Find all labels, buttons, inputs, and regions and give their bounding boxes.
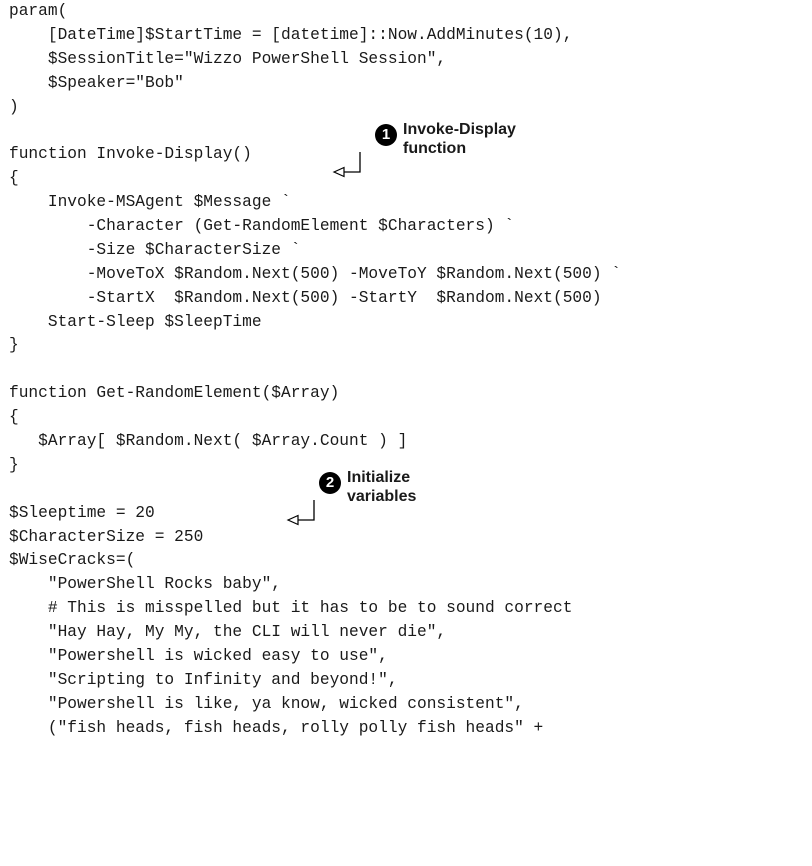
code-line-text: -MoveToX $Random.Next(500) -MoveToY $Ran… — [9, 264, 621, 283]
code-line-text: { — [9, 408, 19, 427]
callout-1-arrow — [332, 152, 361, 178]
code-line: -Character (Get-RandomElement $Character… — [9, 215, 809, 239]
callout-label-line: variables — [347, 488, 417, 505]
code-line: "Scripting to Infinity and beyond!", — [9, 669, 809, 693]
code-line-text: "Hay Hay, My My, the CLI will never die"… — [9, 623, 447, 642]
code-line-text: ("fish heads, fish heads, rolly polly fi… — [9, 718, 544, 737]
callout-number-badge: 1 — [375, 124, 397, 146]
callout-2-arrow — [286, 500, 315, 526]
code-line-text: function Invoke-Display() — [9, 145, 252, 164]
code-line-text: $Sleeptime = 20 — [9, 503, 155, 522]
code-line-text: } — [9, 455, 19, 474]
code-line-text: -Character (Get-RandomElement $Character… — [9, 217, 515, 236]
code-line: -StartX $Random.Next(500) -StartY $Rando… — [9, 287, 809, 311]
code-line-text: ) — [9, 97, 19, 116]
code-line-text: # This is misspelled but it has to be to… — [9, 599, 573, 618]
code-line-text: $SessionTitle="Wizzo PowerShell Session"… — [9, 49, 447, 68]
code-line: function Get-RandomElement($Array) — [9, 382, 809, 406]
callout-label: Initialize variables — [347, 468, 416, 506]
callout-number-badge: 2 — [319, 472, 341, 494]
code-line: "PowerShell Rocks baby", — [9, 573, 809, 597]
code-line: ("fish heads, fish heads, rolly polly fi… — [9, 717, 809, 741]
code-line: $CharacterSize = 250 — [9, 526, 809, 550]
code-line-text: $Array[ $Random.Next( $Array.Count ) ] — [9, 432, 408, 451]
code-line: { — [9, 167, 809, 191]
callout-label-line: function — [403, 140, 467, 157]
callout-label: Invoke-Display function — [403, 120, 516, 158]
code-line: $Speaker="Bob" — [9, 72, 809, 96]
code-line-text: { — [9, 169, 19, 188]
code-line-text: -Size $CharacterSize ` — [9, 240, 301, 259]
code-line-text: "Powershell is like, ya know, wicked con… — [9, 694, 524, 713]
code-line-text: $Speaker="Bob" — [9, 73, 184, 92]
code-line: $SessionTitle="Wizzo PowerShell Session"… — [9, 48, 809, 72]
callout-label-line: Invoke-Display — [403, 121, 516, 138]
code-line: "Powershell is like, ya know, wicked con… — [9, 693, 809, 717]
code-line: Invoke-MSAgent $Message ` — [9, 191, 809, 215]
code-line: # This is misspelled but it has to be to… — [9, 597, 809, 621]
callout-2: 2 Initialize variables — [319, 468, 416, 506]
code-line: $WiseCracks=( — [9, 549, 809, 573]
code-line-text: -StartX $Random.Next(500) -StartY $Rando… — [9, 288, 602, 307]
code-line: param( — [9, 0, 809, 24]
code-line: Start-Sleep $SleepTime — [9, 311, 809, 335]
code-line-text: [DateTime]$StartTime = [datetime]::Now.A… — [9, 25, 573, 44]
code-line: -MoveToX $Random.Next(500) -MoveToY $Ran… — [9, 263, 809, 287]
code-line: [DateTime]$StartTime = [datetime]::Now.A… — [9, 24, 809, 48]
code-line-text: $CharacterSize = 250 — [9, 527, 204, 546]
code-line: "Powershell is wicked easy to use", — [9, 645, 809, 669]
code-listing: param( [DateTime]$StartTime = [datetime]… — [9, 0, 809, 741]
code-line-text: "PowerShell Rocks baby", — [9, 575, 281, 594]
code-line: { — [9, 406, 809, 430]
code-line-text: } — [9, 336, 19, 355]
code-line: -Size $CharacterSize ` — [9, 239, 809, 263]
code-line-text: Invoke-MSAgent $Message ` — [9, 193, 291, 212]
code-line-text: param( — [9, 2, 68, 20]
code-line-text: function Get-RandomElement($Array) — [9, 384, 340, 403]
callout-1: 1 Invoke-Display function — [375, 120, 516, 158]
code-line: $Array[ $Random.Next( $Array.Count ) ] — [9, 430, 809, 454]
code-line: "Hay Hay, My My, the CLI will never die"… — [9, 621, 809, 645]
code-line-text: "Powershell is wicked easy to use", — [9, 647, 388, 666]
code-line-text: "Scripting to Infinity and beyond!", — [9, 670, 398, 689]
code-line: ) — [9, 96, 809, 120]
code-line-text: Start-Sleep $SleepTime — [9, 312, 262, 331]
code-line-text: $WiseCracks=( — [9, 551, 136, 570]
callout-label-line: Initialize — [347, 469, 411, 486]
code-line: } — [9, 334, 809, 358]
